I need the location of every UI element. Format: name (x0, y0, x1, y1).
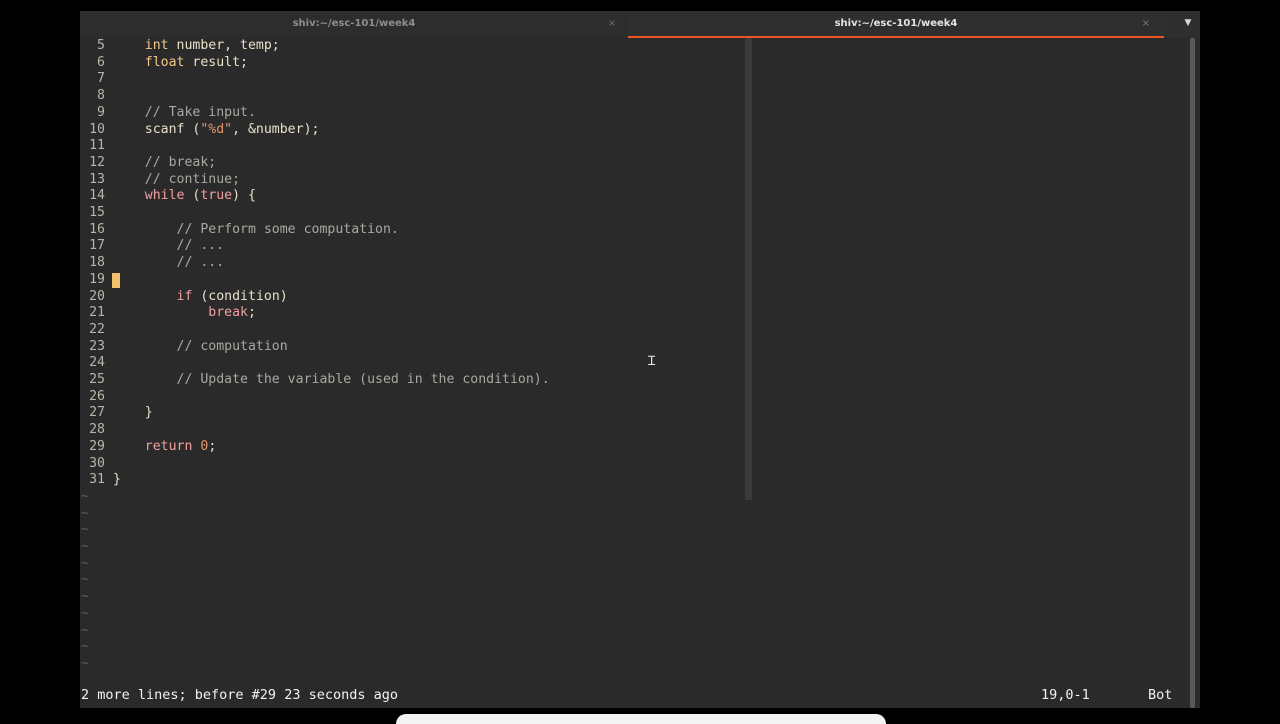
line-number: 11 (89, 138, 105, 154)
code-text: // break; (144, 154, 217, 170)
scroll-position: Bot (1148, 687, 1173, 703)
tab-bar: shiv:~/esc-101/week4 × shiv:~/esc-101/we… (80, 11, 1200, 38)
line-number: 21 (89, 305, 105, 321)
line-number: 8 (97, 88, 105, 104)
tilde-marker: ~ (81, 505, 89, 521)
line-number: 25 (89, 372, 105, 387)
status-message: 2 more lines; before #29 23 seconds ago (81, 687, 398, 703)
vim-status-line: 2 more lines; before #29 23 seconds ago … (80, 682, 1186, 708)
code-text: while (true) { (144, 188, 256, 204)
text-cursor-icon: Ɪ (648, 354, 656, 369)
line-number: 15 (89, 205, 105, 220)
code-text: if (condition) (176, 288, 288, 304)
line-number: 16 (89, 221, 105, 237)
code-text: // Perform some computation. (176, 221, 399, 237)
line-number: 24 (89, 355, 105, 371)
cursor-position: 19,0-1 (1041, 687, 1090, 703)
dock-edge (396, 714, 886, 724)
line-number: 18 (89, 255, 105, 271)
menu-arrow-icon[interactable]: ▼ (1176, 11, 1200, 38)
close-icon[interactable]: × (1142, 11, 1150, 36)
tilde-marker: ~ (81, 605, 89, 621)
tilde-marker: ~ (81, 539, 89, 554)
line-number: 31 (89, 472, 105, 488)
line-number: 5 (97, 38, 105, 53)
split-divider[interactable] (745, 38, 752, 500)
tab-terminal-2[interactable]: shiv:~/esc-101/week4 × (628, 11, 1164, 38)
line-number: 20 (89, 288, 105, 304)
tilde-marker: ~ (81, 622, 89, 638)
code-text: // ... (176, 255, 225, 271)
code-text: // continue; (144, 171, 241, 187)
line-number: 6 (97, 54, 105, 70)
tilde-marker: ~ (81, 639, 89, 655)
line-number: 26 (89, 388, 105, 404)
terminal-window: shiv:~/esc-101/week4 × shiv:~/esc-101/we… (80, 11, 1200, 708)
line-number: 17 (89, 238, 105, 254)
vim-editor[interactable]: 5 int number, temp; 6 float result; 7 8 9 //… (80, 38, 1186, 682)
line-number: 29 (89, 438, 105, 454)
line-number: 30 (89, 455, 105, 471)
line-number: 19 (89, 271, 105, 287)
tab-title: shiv:~/esc-101/week4 (292, 18, 416, 29)
close-icon[interactable]: × (608, 11, 616, 36)
line-number: 9 (97, 104, 105, 120)
code-text: scanf ("%d", &number); (113, 121, 320, 137)
line-number: 14 (89, 188, 105, 204)
tilde-marker: ~ (81, 555, 89, 571)
code-text: // Take input. (144, 104, 256, 120)
tab-title: shiv:~/esc-101/week4 (834, 18, 958, 29)
code-text: // Update the variable (used in the cond… (176, 372, 550, 387)
line-number: 28 (89, 422, 105, 438)
code-text: } (113, 405, 153, 421)
code-text: int number, temp; (144, 38, 280, 53)
code-text: // computation (176, 338, 288, 354)
code-text: float result; (144, 54, 248, 70)
code-text: // ... (176, 238, 225, 254)
line-number: 27 (89, 405, 105, 421)
tilde-marker: ~ (81, 655, 89, 671)
line-number: 12 (89, 154, 105, 170)
code-text: } (113, 472, 121, 488)
tilde-marker: ~ (81, 572, 89, 588)
tilde-marker: ~ (81, 522, 89, 538)
tilde-marker: ~ (81, 589, 89, 605)
code-text: break; (208, 305, 256, 321)
line-number: 13 (89, 171, 105, 187)
line-number: 10 (89, 121, 105, 137)
line-number: 23 (89, 338, 105, 354)
tilde-marker: ~ (81, 488, 89, 504)
line-number: 7 (97, 71, 105, 87)
tab-terminal-1[interactable]: shiv:~/esc-101/week4 × (80, 11, 628, 38)
code-text: return 0; (144, 438, 217, 454)
line-number: 22 (89, 321, 105, 337)
scrollbar[interactable] (1190, 38, 1195, 708)
text-cursor-block (112, 272, 120, 288)
